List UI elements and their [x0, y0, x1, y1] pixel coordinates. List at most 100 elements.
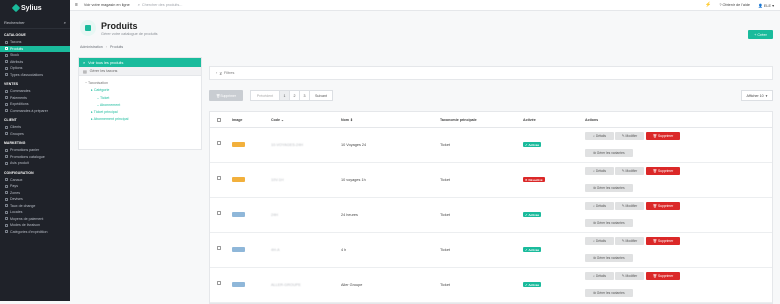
delete-button[interactable]: 🗑 Supprimer: [646, 272, 680, 280]
menu-item-icon: [5, 197, 8, 201]
tree-node-label: Ticket principal: [93, 110, 118, 115]
manage-variants-button[interactable]: ⧉ Gérer les variantes: [585, 254, 633, 262]
details-button[interactable]: ⌕ Détails: [585, 167, 614, 175]
row-checkbox[interactable]: [217, 141, 221, 145]
col-code[interactable]: Code ⌄: [271, 118, 284, 122]
product-name: 4 h: [341, 248, 347, 252]
delete-button[interactable]: 🗑 Supprimer: [646, 237, 680, 245]
delete-button[interactable]: 🗑 Supprimer: [646, 167, 680, 175]
sidebar-item-label: Avis produit: [10, 161, 29, 166]
table-body: 10-VOYAGES-24H 10 Voyages 24 Ticket ✓ Activé…: [210, 128, 772, 303]
product-thumbnail: [232, 142, 245, 147]
sidebar-section-title: CLIENT: [4, 118, 17, 122]
pagination-next[interactable]: Suivant: [309, 90, 333, 101]
top-search[interactable]: ⌕ Chercher des produits...: [138, 3, 183, 7]
details-button[interactable]: ⌕ Détails: [585, 272, 614, 280]
menu-item-icon: [5, 148, 8, 152]
tree-node[interactable]: – Abonnement: [85, 102, 201, 109]
edit-button[interactable]: ✎ Modifier: [615, 237, 644, 245]
col-code-label: Code: [271, 117, 280, 122]
sidebar-item-label: Types d'associations: [10, 72, 44, 77]
status-badge: ✓ Activée: [523, 142, 542, 147]
tree-node[interactable]: – Ticket: [85, 95, 201, 102]
table-header: Image Code ⌄ Nom ⇕ Taxonomie principale …: [210, 112, 772, 128]
sidebar-item-label: Produits: [10, 46, 24, 51]
edit-button[interactable]: ✎ Modifier: [615, 132, 644, 140]
sidebar-item-label: Locales: [10, 210, 23, 215]
sidebar-item-label: Clients: [10, 125, 21, 130]
all-products-button[interactable]: ⌕ Voir tous les produits: [79, 58, 201, 67]
details-button[interactable]: ⌕ Détails: [585, 132, 614, 140]
status-badge: ✓ Activée: [523, 282, 542, 287]
tree-node-label: Abonnement: [99, 102, 121, 107]
delete-button[interactable]: 🗑 Supprimer: [646, 202, 680, 210]
chevron-right-icon: ›: [216, 71, 218, 75]
manage-taxons-button[interactable]: ▤ Gérer les taxons: [79, 67, 201, 76]
create-button[interactable]: + Créer: [748, 30, 773, 39]
col-taxon: Taxonomie principale: [440, 117, 477, 122]
delete-button[interactable]: 🗑 Supprimer: [646, 132, 680, 140]
row-checkbox[interactable]: [217, 211, 221, 215]
sidebar-item[interactable]: Catégories d'expédition: [0, 229, 70, 236]
sidebar-item-label: Paiements: [10, 95, 27, 100]
edit-button[interactable]: ✎ Modifier: [615, 167, 644, 175]
row-checkbox[interactable]: [217, 176, 221, 180]
tree-node-label: Taxonisation: [88, 81, 109, 85]
sidebar-item-label: Taux de change: [10, 203, 36, 208]
menu-item-icon: [5, 73, 8, 77]
manage-variants-label: Gérer les variantes: [596, 255, 625, 260]
product-name: 24 heures: [341, 213, 358, 217]
filters-toggle[interactable]: › ⊻ Filtres: [209, 66, 773, 80]
breadcrumb-admin[interactable]: Administration: [80, 45, 103, 49]
per-page-select[interactable]: Afficher 10 ▾: [741, 90, 773, 101]
menu-item-icon: [5, 66, 8, 70]
sylius-logo-icon: [11, 3, 21, 13]
user-menu[interactable]: 👤 ELE ▾: [758, 3, 774, 8]
sidebar-search[interactable]: Rechercher ⌕: [0, 16, 70, 29]
sidebar-item-label: Moyens de paiement: [10, 216, 44, 221]
folder-icon: ▤: [83, 69, 87, 74]
taxon-tree-panel: ⌕ Voir tous les produits ▤ Gérer les taxon…: [78, 57, 202, 150]
status-label: Activée: [528, 247, 540, 252]
details-button[interactable]: ⌕ Détails: [585, 237, 614, 245]
edit-button[interactable]: ✎ Modifier: [615, 272, 644, 280]
select-all-checkbox[interactable]: [217, 118, 221, 122]
bolt-icon[interactable]: ⚡: [705, 2, 711, 8]
tree-node[interactable]: ▸ Catégorie: [85, 87, 201, 94]
status-label: Activée: [528, 142, 540, 147]
manage-variants-label: Gérer les variantes: [596, 220, 625, 225]
tree-node[interactable]: ▸ Ticket principal: [85, 109, 201, 116]
col-image: Image: [232, 117, 243, 122]
cubes-icon: ⧉: [593, 220, 596, 225]
manage-variants-button[interactable]: ⧉ Gérer les variantes: [585, 184, 633, 192]
details-button[interactable]: ⌕ Détails: [585, 202, 614, 210]
search-icon: ⌕: [83, 60, 86, 65]
sidebar-item-label: Zones: [10, 190, 20, 195]
delete-label: Supprimer: [657, 203, 674, 208]
tree-node[interactable]: ▸ Abonnement principal: [85, 116, 201, 123]
bulk-delete-button[interactable]: 🗑 Supprimer: [209, 90, 243, 101]
manage-variants-button[interactable]: ⧉ Gérer les variantes: [585, 219, 633, 227]
row-checkbox[interactable]: [217, 281, 221, 285]
table-row: 10V-1H 10 voyages 1h Ticket ✕ Désactivé ⌕ Déta…: [210, 163, 772, 198]
menu-item-icon: [5, 155, 8, 159]
menu-item-icon: [5, 102, 8, 106]
sidebar-item-label: Pays: [10, 184, 18, 189]
page-subtitle: Gérer votre catalogue de produits: [101, 32, 158, 36]
manage-variants-button[interactable]: ⧉ Gérer les variantes: [585, 289, 633, 297]
menu-item-icon: [5, 191, 8, 195]
trash-icon: 🗑: [652, 168, 657, 173]
row-checkbox[interactable]: [217, 246, 221, 250]
menu-item-icon: [5, 184, 8, 188]
help-link[interactable]: ? Obtenir de l'aide: [719, 3, 750, 7]
pagination-prev[interactable]: Précédent: [250, 90, 280, 101]
product-thumbnail: [232, 212, 245, 217]
menu-item-icon: [5, 47, 8, 51]
menu-icon[interactable]: ≡: [75, 2, 78, 8]
col-name[interactable]: Nom ⇕: [341, 118, 353, 122]
shop-link[interactable]: Voir votre magasin en ligne: [84, 3, 130, 7]
edit-button[interactable]: ✎ Modifier: [615, 202, 644, 210]
logo[interactable]: Sylius: [0, 0, 70, 16]
tree-node[interactable]: − Taxonisation: [85, 80, 201, 87]
manage-variants-button[interactable]: ⧉ Gérer les variantes: [585, 149, 633, 157]
